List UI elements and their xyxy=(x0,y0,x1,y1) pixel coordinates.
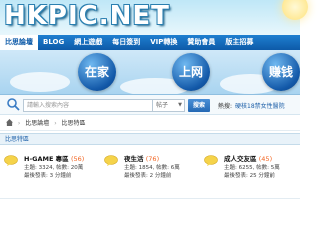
search-input[interactable]: 請輸入搜索內容 xyxy=(23,99,153,112)
forum-new-count: (56) xyxy=(70,155,85,163)
forum-item[interactable]: H-GAME 專區 (56) 主題: 3324, 帖數: 20萬 最後發表: 3… xyxy=(0,150,100,190)
breadcrumb: › 比思論壇 › 比思特區 xyxy=(0,116,300,131)
breadcrumb-zone[interactable]: 比思特區 xyxy=(62,120,86,127)
search-scope-label: 帖子 xyxy=(156,102,169,109)
site-header: HKPIC.NET xyxy=(0,0,308,35)
hot-search-link[interactable]: 硬核18禁女性醫院 xyxy=(235,101,285,110)
banner-bubble-online: 上网 xyxy=(172,53,210,91)
nav-item-blog[interactable]: BLOG xyxy=(38,35,69,50)
forum-new-count: (45) xyxy=(258,155,273,163)
breadcrumb-forum[interactable]: 比思論壇 xyxy=(25,120,49,127)
divider xyxy=(0,198,300,199)
forum-item[interactable]: 夜生活 (76) 主題: 1854, 帖數: 6萬 最後發表: 2 分鐘前 xyxy=(100,150,200,190)
search-button[interactable]: 搜索 xyxy=(188,99,210,112)
sun-decoration xyxy=(282,0,308,20)
home-icon[interactable] xyxy=(6,119,13,126)
forum-stats: 主題: 3324, 帖數: 20萬 xyxy=(24,165,84,171)
forum-stats: 主題: 1854, 帖數: 6萬 xyxy=(124,165,180,171)
site-logo[interactable]: HKPIC.NET xyxy=(4,1,170,31)
nav-item-forum[interactable]: 比思論壇 xyxy=(0,35,38,50)
nav-item-checkin[interactable]: 每日簽到 xyxy=(107,35,145,50)
forum-new-count: (76) xyxy=(145,155,160,163)
nav-item-sponsor[interactable]: 贊助會員 xyxy=(182,35,220,50)
chevron-down-icon: ▼ xyxy=(178,102,182,108)
promo-banner[interactable]: 在家 上网 赚钱 xyxy=(0,50,300,95)
forum-bubble-icon xyxy=(204,155,218,166)
forum-last-post[interactable]: 最後發表: 25 分鐘前 xyxy=(224,171,275,179)
forum-title[interactable]: 夜生活 (76) xyxy=(124,153,159,163)
forum-bubble-icon xyxy=(104,155,118,166)
banner-bubble-earn: 赚钱 xyxy=(262,53,300,91)
forum-bubble-icon xyxy=(4,155,18,166)
nav-item-moderator[interactable]: 版主招募 xyxy=(220,35,258,50)
hot-search-label: 熱搜: xyxy=(218,103,233,110)
search-icon xyxy=(7,98,20,111)
nav-item-games[interactable]: 網上遊戲 xyxy=(69,35,107,50)
forum-last-post[interactable]: 最後發表: 3 分鐘前 xyxy=(24,171,71,179)
nav-item-vip[interactable]: VIP轉換 xyxy=(145,35,182,50)
forum-stats: 主題: 6255, 帖數: 5萬 xyxy=(224,165,280,171)
search-scope-select[interactable]: 帖子 ▼ xyxy=(153,99,185,112)
search-bar: 請輸入搜索內容 帖子 ▼ 搜索 熱搜: 硬核18禁女性醫院 xyxy=(0,95,300,115)
forum-last-post[interactable]: 最後發表: 2 分鐘前 xyxy=(124,171,171,179)
forum-title[interactable]: H-GAME 專區 (56) xyxy=(24,153,84,163)
forum-item[interactable]: 成人交友區 (45) 主題: 6255, 帖數: 5萬 最後發表: 25 分鐘前 xyxy=(200,150,300,190)
section-title[interactable]: 比思特區 xyxy=(0,133,300,145)
forum-title[interactable]: 成人交友區 (45) xyxy=(224,153,272,163)
main-nav: 比思論壇 BLOG 網上遊戲 每日簽到 VIP轉換 贊助會員 版主招募 xyxy=(0,35,300,50)
banner-bubble-home: 在家 xyxy=(78,53,116,91)
